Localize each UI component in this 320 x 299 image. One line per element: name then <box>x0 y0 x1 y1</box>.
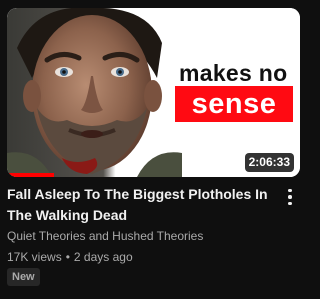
thumbnail-caption-top: makes no <box>179 60 288 86</box>
new-badge: New <box>7 268 40 286</box>
video-title[interactable]: Fall Asleep To The Biggest Plotholes In … <box>7 184 272 226</box>
watch-progress-bar <box>7 173 54 177</box>
video-thumbnail[interactable]: makes no sense 2:06:33 <box>7 8 300 177</box>
view-count: 17K views <box>7 250 62 264</box>
duration-badge: 2:06:33 <box>244 153 294 172</box>
thumbnail-caption-highlight: sense <box>175 86 293 122</box>
video-metadata: 17K views • 2 days ago <box>7 249 133 265</box>
publish-date: 2 days ago <box>73 250 133 264</box>
video-card[interactable]: makes no sense 2:06:33 Fall Asleep To Th… <box>0 0 307 299</box>
channel-name[interactable]: Quiet Theories and Hushed Theories <box>7 228 203 244</box>
metadata-separator: • <box>65 250 70 264</box>
thumbnail-caption-highlight-text: sense <box>191 87 277 120</box>
more-vertical-icon[interactable] <box>282 186 298 208</box>
